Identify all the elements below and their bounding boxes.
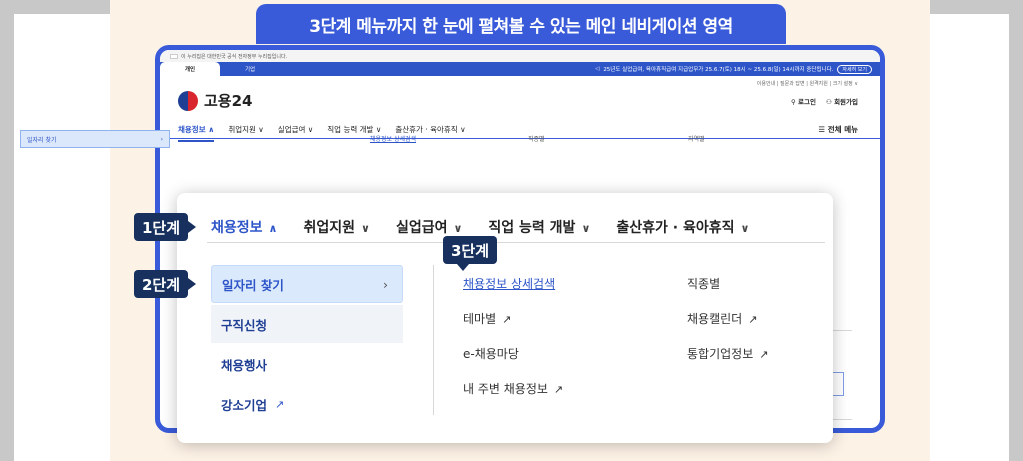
site-logo[interactable]: 고용24 bbox=[178, 90, 252, 111]
external-link-icon: ↗ bbox=[275, 397, 285, 411]
service-notice: ◁ 25년도 실업급여, 육아휴직급여 지급업무가 25.6.7(토) 18시 … bbox=[595, 64, 872, 74]
mini-link-detail-search[interactable]: 채용정보 상세검색 bbox=[370, 134, 416, 143]
mini-main-nav: 채용정보 ∧ 취업지원 ∨ 실업급여 ∨ 직업 능력 개발 ∨ 출산휴가 · 육… bbox=[178, 124, 466, 142]
external-link-icon: ↗ bbox=[502, 313, 512, 326]
submenu-column-2: 직종별 채용캘린더 ↗ 통합기업정보 ↗ bbox=[687, 275, 768, 380]
megaphone-icon: ◁ bbox=[595, 66, 600, 72]
external-link-icon: ↗ bbox=[748, 313, 758, 326]
link-by-theme[interactable]: 테마별 bbox=[463, 312, 496, 326]
step2-label: 2단계 bbox=[142, 275, 181, 294]
column-divider bbox=[433, 265, 434, 415]
badge-pointer bbox=[457, 264, 469, 271]
screen-background: 3단계 메뉴까지 한 눈에 펼쳐볼 수 있는 메인 네비게이션 영역 이 누리집… bbox=[0, 0, 1023, 461]
gov-notice-text: 이 누리집은 대한민국 공식 전자정부 누리집입니다. bbox=[181, 53, 288, 60]
submenu-label: 강소기업 bbox=[221, 397, 268, 413]
auth-links: ⚲ 로그인 ⚇ 회원가입 bbox=[791, 96, 858, 106]
submenu-item-small-giants[interactable]: 강소기업 ↗ bbox=[211, 385, 403, 423]
nav-divider bbox=[207, 242, 825, 243]
link-e-recruitment[interactable]: e-채용마당 bbox=[463, 347, 519, 361]
submenu-item-job-application[interactable]: 구직신청 bbox=[211, 305, 403, 343]
notice-text: 25년도 실업급여, 육아휴직급여 지급업무가 25.6.7(토) 18시 ~ … bbox=[603, 67, 834, 73]
nav-label: 취업지원 bbox=[303, 220, 355, 236]
mini-nav-employment-support[interactable]: 취업지원 ∨ bbox=[228, 124, 263, 142]
gov-notice-strip: 이 누리집은 대한민국 공식 전자정부 누리집입니다. bbox=[160, 50, 880, 62]
lock-icon: ⚲ bbox=[791, 98, 796, 106]
right-margin bbox=[930, 14, 1009, 461]
mini-nav-unemployment[interactable]: 실업급여 ∨ bbox=[278, 124, 313, 142]
logo-text: 고용24 bbox=[204, 92, 253, 110]
all-menu-button[interactable]: ☰ 전체 메뉴 bbox=[818, 124, 858, 135]
nav-item-unemployment[interactable]: 실업급여 ∨ bbox=[396, 217, 462, 237]
mini-side-item-find-jobs[interactable]: 일자리 찾기 › bbox=[20, 130, 170, 148]
nav-item-employment-support[interactable]: 취업지원 ∨ bbox=[303, 217, 369, 237]
badge-pointer bbox=[188, 278, 197, 290]
nav-label: 출산휴가 · 육아휴직 bbox=[616, 220, 735, 236]
utility-links[interactable]: 이용안내 | 질문과 답변 | 원격지원 | 크기 설정 ∨ bbox=[757, 80, 858, 87]
main-nav: 채용정보 ∧ 취업지원 ∨ 실업급여 ∨ 직업 능력 개발 ∨ 출산휴가 · 육아휴직 ∨ bbox=[211, 217, 749, 237]
submenu-label: 구직신청 bbox=[221, 317, 268, 333]
site-header: 고용24 이용안내 | 질문과 답변 | 원격지원 | 크기 설정 ∨ ⚲ 로그… bbox=[160, 76, 880, 142]
step3-label: 3단계 bbox=[451, 241, 490, 260]
chevron-up-icon: ∧ bbox=[268, 222, 278, 235]
step3-badge: 3단계 bbox=[443, 236, 498, 271]
nav-label: 채용정보 bbox=[211, 220, 263, 236]
nav-item-parental-leave[interactable]: 출산휴가 · 육아휴직 ∨ bbox=[616, 217, 749, 237]
chevron-down-icon: ∨ bbox=[581, 222, 591, 235]
submenu-item-find-jobs[interactable]: 일자리 찾기 › bbox=[211, 265, 403, 303]
tab-company[interactable]: 기업 bbox=[220, 62, 280, 76]
left-margin bbox=[14, 14, 110, 461]
chevron-right-icon: › bbox=[383, 276, 388, 292]
chevron-right-icon: › bbox=[160, 135, 163, 143]
step2-badge: 2단계 bbox=[134, 270, 197, 298]
submenu-column-1: 채용정보 상세검색 테마별 ↗ e-채용마당 내 주변 채용정보 ↗ bbox=[463, 275, 563, 415]
notice-detail-button[interactable]: 자세히 보기 bbox=[837, 64, 872, 74]
link-detail-search[interactable]: 채용정보 상세검색 bbox=[463, 277, 555, 291]
mini-link-by-region[interactable]: 지역별 bbox=[688, 134, 705, 143]
badge-pointer bbox=[188, 221, 197, 233]
step1-label: 1단계 bbox=[142, 218, 181, 237]
chevron-down-icon: ∨ bbox=[740, 222, 750, 235]
banner-title: 3단계 메뉴까지 한 눈에 펼쳐볼 수 있는 메인 네비게이션 영역 bbox=[256, 4, 786, 44]
all-menu-label: 전체 메뉴 bbox=[827, 125, 858, 134]
submenu-label: 채용행사 bbox=[221, 357, 268, 373]
link-recruit-calendar[interactable]: 채용캘린더 bbox=[687, 312, 742, 326]
audience-tab-bar: 개인 기업 ◁ 25년도 실업급여, 육아휴직급여 지급업무가 25.6.7(토… bbox=[160, 62, 880, 76]
nav-underline bbox=[160, 138, 880, 139]
chevron-down-icon: ∨ bbox=[361, 222, 370, 235]
hamburger-icon: ☰ bbox=[818, 125, 826, 134]
submenu-label: 일자리 찾기 bbox=[222, 277, 284, 293]
link-nearby-jobs[interactable]: 내 주변 채용정보 bbox=[463, 382, 548, 396]
external-link-icon: ↗ bbox=[553, 383, 564, 396]
tab-personal[interactable]: 개인 bbox=[160, 62, 220, 76]
submenu-item-job-events[interactable]: 채용행사 bbox=[211, 345, 403, 383]
submenu-list: 일자리 찾기 › 구직신청 채용행사 강소기업 ↗ bbox=[211, 265, 403, 425]
korea-flag-icon bbox=[170, 53, 178, 59]
login-link[interactable]: ⚲ 로그인 bbox=[791, 96, 816, 106]
login-label: 로그인 bbox=[798, 98, 816, 106]
nav-label: 실업급여 bbox=[395, 220, 448, 236]
nav-item-jobs[interactable]: 채용정보 ∧ bbox=[211, 217, 277, 237]
taegeuk-logo-icon bbox=[178, 90, 198, 111]
mini-side-label: 일자리 찾기 bbox=[27, 136, 57, 144]
chevron-down-icon: ∨ bbox=[453, 222, 463, 235]
link-by-occupation[interactable]: 직종별 bbox=[687, 277, 720, 291]
nav-item-training[interactable]: 직업 능력 개발 ∨ bbox=[488, 217, 590, 237]
mini-nav-jobs[interactable]: 채용정보 ∧ bbox=[178, 124, 215, 142]
mini-link-by-occupation[interactable]: 직종별 bbox=[528, 134, 545, 143]
step1-badge: 1단계 bbox=[134, 213, 197, 241]
user-icon: ⚇ bbox=[825, 98, 832, 106]
link-company-info[interactable]: 통합기업정보 bbox=[687, 347, 753, 361]
nav-label: 직업 능력 개발 bbox=[488, 220, 576, 236]
signup-link[interactable]: ⚇ 회원가입 bbox=[826, 96, 858, 106]
signup-label: 회원가입 bbox=[834, 98, 858, 106]
external-link-icon: ↗ bbox=[759, 348, 769, 361]
zoomed-mega-menu: 채용정보 ∧ 취업지원 ∨ 실업급여 ∨ 직업 능력 개발 ∨ 출산휴가 · 육아휴직 ∨… bbox=[177, 193, 833, 443]
